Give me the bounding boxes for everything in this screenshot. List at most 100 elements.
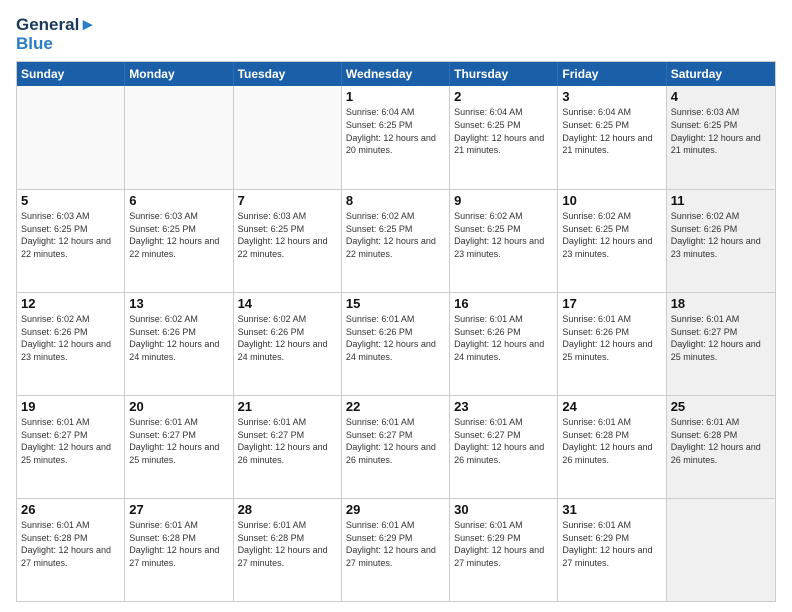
- cal-cell-day-3: 3Sunrise: 6:04 AM Sunset: 6:25 PM Daylig…: [558, 86, 666, 189]
- cal-cell-day-19: 19Sunrise: 6:01 AM Sunset: 6:27 PM Dayli…: [17, 396, 125, 498]
- header: General► Blue: [16, 16, 776, 53]
- day-info: Sunrise: 6:01 AM Sunset: 6:26 PM Dayligh…: [454, 313, 553, 363]
- cal-cell-empty: [234, 86, 342, 189]
- day-info: Sunrise: 6:02 AM Sunset: 6:25 PM Dayligh…: [346, 210, 445, 260]
- day-number: 9: [454, 193, 553, 208]
- header-day-sunday: Sunday: [17, 62, 125, 86]
- day-number: 21: [238, 399, 337, 414]
- day-number: 27: [129, 502, 228, 517]
- day-info: Sunrise: 6:03 AM Sunset: 6:25 PM Dayligh…: [238, 210, 337, 260]
- cal-cell-day-9: 9 Sunrise: 6:02 AM Sunset: 6:25 PM Daylig…: [450, 190, 558, 292]
- cal-cell-day-21: 21Sunrise: 6:01 AM Sunset: 6:27 PM Dayli…: [234, 396, 342, 498]
- cal-cell-day-28: 28 Sunrise: 6:01 AM Sunset: 6:28 PM Dayli…: [234, 499, 342, 601]
- day-number: 22: [346, 399, 445, 414]
- day-number: 6: [129, 193, 228, 208]
- day-info: Sunrise: 6:03 AM Sunset: 6:25 PM Dayligh…: [671, 106, 771, 156]
- week-row-2: 5 Sunrise: 6:03 AM Sunset: 6:25 PM Daylig…: [17, 189, 775, 292]
- day-number: 12: [21, 296, 120, 311]
- day-info: Sunrise: 6:01 AM Sunset: 6:29 PM Dayligh…: [562, 519, 661, 569]
- cal-cell-day-2: 2 Sunrise: 6:04 AM Sunset: 6:25 PM Daylig…: [450, 86, 558, 189]
- day-number: 4: [671, 89, 771, 104]
- day-info: Sunrise: 6:02 AM Sunset: 6:26 PM Dayligh…: [238, 313, 337, 363]
- day-number: 5: [21, 193, 120, 208]
- day-number: 16: [454, 296, 553, 311]
- day-number: 13: [129, 296, 228, 311]
- cal-cell-day-5: 5 Sunrise: 6:03 AM Sunset: 6:25 PM Daylig…: [17, 190, 125, 292]
- day-number: 11: [671, 193, 771, 208]
- day-number: 20: [129, 399, 228, 414]
- day-info: Sunrise: 6:04 AM Sunset: 6:25 PM Dayligh…: [346, 106, 445, 156]
- cal-cell-day-14: 14 Sunrise: 6:02 AM Sunset: 6:26 PM Dayli…: [234, 293, 342, 395]
- day-info: Sunrise: 6:01 AM Sunset: 6:27 PM Dayligh…: [671, 313, 771, 363]
- day-info: Sunrise: 6:03 AM Sunset: 6:25 PM Dayligh…: [129, 210, 228, 260]
- day-number: 18: [671, 296, 771, 311]
- day-info: Sunrise: 6:01 AM Sunset: 6:28 PM Dayligh…: [238, 519, 337, 569]
- day-number: 3: [562, 89, 661, 104]
- calendar: SundayMondayTuesdayWednesdayThursdayFrid…: [16, 61, 776, 602]
- day-info: Sunrise: 6:02 AM Sunset: 6:26 PM Dayligh…: [671, 210, 771, 260]
- page: General► Blue SundayMondayTuesdayWednesd…: [0, 0, 792, 612]
- cal-cell-day-24: 24 Sunrise: 6:01 AM Sunset: 6:28 PM Dayli…: [558, 396, 666, 498]
- day-info: Sunrise: 6:02 AM Sunset: 6:26 PM Dayligh…: [129, 313, 228, 363]
- day-number: 25: [671, 399, 771, 414]
- cal-cell-day-13: 13 Sunrise: 6:02 AM Sunset: 6:26 PM Dayli…: [125, 293, 233, 395]
- day-info: Sunrise: 6:01 AM Sunset: 6:28 PM Dayligh…: [21, 519, 120, 569]
- day-number: 30: [454, 502, 553, 517]
- logo: General► Blue: [16, 16, 96, 53]
- day-info: Sunrise: 6:01 AM Sunset: 6:28 PM Dayligh…: [562, 416, 661, 466]
- cal-cell-day-4: 4 Sunrise: 6:03 AM Sunset: 6:25 PM Daylig…: [667, 86, 775, 189]
- day-number: 14: [238, 296, 337, 311]
- cal-cell-day-1: 1 Sunrise: 6:04 AM Sunset: 6:25 PM Daylig…: [342, 86, 450, 189]
- day-info: Sunrise: 6:03 AM Sunset: 6:25 PM Dayligh…: [21, 210, 120, 260]
- day-number: 29: [346, 502, 445, 517]
- week-row-4: 19Sunrise: 6:01 AM Sunset: 6:27 PM Dayli…: [17, 395, 775, 498]
- day-info: Sunrise: 6:02 AM Sunset: 6:25 PM Dayligh…: [562, 210, 661, 260]
- day-info: Sunrise: 6:04 AM Sunset: 6:25 PM Dayligh…: [454, 106, 553, 156]
- calendar-body: 1 Sunrise: 6:04 AM Sunset: 6:25 PM Daylig…: [17, 86, 775, 601]
- day-number: 10: [562, 193, 661, 208]
- cal-cell-day-20: 20Sunrise: 6:01 AM Sunset: 6:27 PM Dayli…: [125, 396, 233, 498]
- cal-cell-day-30: 30 Sunrise: 6:01 AM Sunset: 6:29 PM Dayli…: [450, 499, 558, 601]
- day-number: 24: [562, 399, 661, 414]
- cal-cell-day-27: 27 Sunrise: 6:01 AM Sunset: 6:28 PM Dayli…: [125, 499, 233, 601]
- day-number: 8: [346, 193, 445, 208]
- day-number: 28: [238, 502, 337, 517]
- day-number: 2: [454, 89, 553, 104]
- day-info: Sunrise: 6:01 AM Sunset: 6:28 PM Dayligh…: [671, 416, 771, 466]
- day-info: Sunrise: 6:01 AM Sunset: 6:27 PM Dayligh…: [346, 416, 445, 466]
- day-number: 26: [21, 502, 120, 517]
- cal-cell-day-16: 16 Sunrise: 6:01 AM Sunset: 6:26 PM Dayli…: [450, 293, 558, 395]
- day-info: Sunrise: 6:01 AM Sunset: 6:28 PM Dayligh…: [129, 519, 228, 569]
- cal-cell-day-29: 29 Sunrise: 6:01 AM Sunset: 6:29 PM Dayli…: [342, 499, 450, 601]
- cal-cell-day-23: 23Sunrise: 6:01 AM Sunset: 6:27 PM Dayli…: [450, 396, 558, 498]
- header-day-friday: Friday: [558, 62, 666, 86]
- cal-cell-day-17: 17 Sunrise: 6:01 AM Sunset: 6:26 PM Dayli…: [558, 293, 666, 395]
- cal-cell-empty: [125, 86, 233, 189]
- week-row-1: 1 Sunrise: 6:04 AM Sunset: 6:25 PM Daylig…: [17, 86, 775, 189]
- header-day-tuesday: Tuesday: [234, 62, 342, 86]
- cal-cell-day-22: 22 Sunrise: 6:01 AM Sunset: 6:27 PM Dayli…: [342, 396, 450, 498]
- day-number: 17: [562, 296, 661, 311]
- day-info: Sunrise: 6:01 AM Sunset: 6:27 PM Dayligh…: [21, 416, 120, 466]
- day-info: Sunrise: 6:02 AM Sunset: 6:25 PM Dayligh…: [454, 210, 553, 260]
- header-day-monday: Monday: [125, 62, 233, 86]
- cal-cell-day-26: 26 Sunrise: 6:01 AM Sunset: 6:28 PM Dayli…: [17, 499, 125, 601]
- day-info: Sunrise: 6:01 AM Sunset: 6:29 PM Dayligh…: [346, 519, 445, 569]
- day-number: 7: [238, 193, 337, 208]
- cal-cell-day-8: 8 Sunrise: 6:02 AM Sunset: 6:25 PM Daylig…: [342, 190, 450, 292]
- day-number: 15: [346, 296, 445, 311]
- cal-cell-day-18: 18 Sunrise: 6:01 AM Sunset: 6:27 PM Dayli…: [667, 293, 775, 395]
- cal-cell-day-25: 25 Sunrise: 6:01 AM Sunset: 6:28 PM Dayli…: [667, 396, 775, 498]
- header-day-wednesday: Wednesday: [342, 62, 450, 86]
- cal-cell-day-11: 11 Sunrise: 6:02 AM Sunset: 6:26 PM Dayli…: [667, 190, 775, 292]
- day-info: Sunrise: 6:01 AM Sunset: 6:29 PM Dayligh…: [454, 519, 553, 569]
- day-info: Sunrise: 6:01 AM Sunset: 6:26 PM Dayligh…: [562, 313, 661, 363]
- header-day-thursday: Thursday: [450, 62, 558, 86]
- day-info: Sunrise: 6:01 AM Sunset: 6:26 PM Dayligh…: [346, 313, 445, 363]
- cal-cell-day-10: 10 Sunrise: 6:02 AM Sunset: 6:25 PM Dayli…: [558, 190, 666, 292]
- cal-cell-day-31: 31Sunrise: 6:01 AM Sunset: 6:29 PM Dayli…: [558, 499, 666, 601]
- cal-cell-empty: [17, 86, 125, 189]
- day-number: 1: [346, 89, 445, 104]
- cal-cell-day-6: 6 Sunrise: 6:03 AM Sunset: 6:25 PM Daylig…: [125, 190, 233, 292]
- week-row-3: 12 Sunrise: 6:02 AM Sunset: 6:26 PM Dayli…: [17, 292, 775, 395]
